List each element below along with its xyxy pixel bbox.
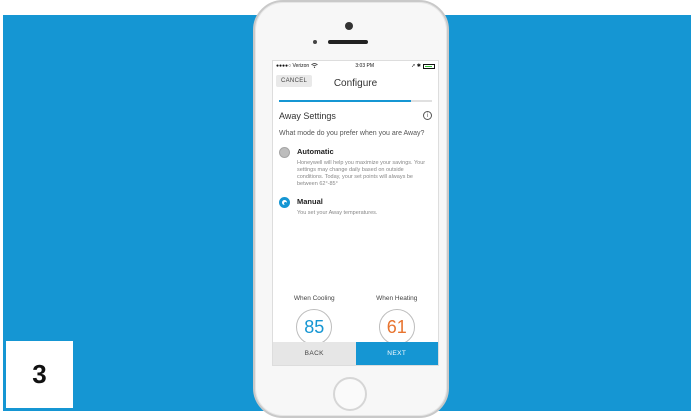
- question-text: What mode do you prefer when you are Awa…: [279, 130, 425, 137]
- earpiece-speaker: [328, 40, 368, 44]
- heating-label: When Heating: [376, 295, 418, 302]
- next-button[interactable]: NEXT: [355, 342, 438, 365]
- heating-temp-dial[interactable]: 61: [378, 309, 415, 345]
- nav-bar: CANCEL Configure: [273, 71, 438, 95]
- cooling-setting: When Cooling 85: [279, 295, 349, 345]
- app-screen: ●●●●○ Verizon 3:03 PM ➚ ✱ CANCEL Configu…: [272, 60, 439, 366]
- status-time: 3:03 PM: [355, 63, 374, 69]
- status-right: ➚ ✱: [411, 63, 435, 69]
- step-number: 3: [32, 359, 47, 389]
- progress-bar: [279, 100, 432, 102]
- wifi-icon: [311, 62, 318, 70]
- info-icon[interactable]: i: [423, 111, 432, 120]
- option-label: Manual: [297, 197, 323, 206]
- back-button[interactable]: BACK: [273, 342, 356, 365]
- option-automatic[interactable]: Automatic Honeywell will help you maximi…: [273, 147, 438, 188]
- home-button[interactable]: [333, 377, 367, 411]
- progress-fill: [279, 100, 411, 102]
- option-description: You set your Away temperatures.: [297, 210, 378, 216]
- cooling-label: When Cooling: [293, 295, 335, 302]
- footer-buttons: BACK NEXT: [273, 342, 438, 365]
- option-label: Automatic: [297, 147, 334, 156]
- temperature-settings: When Cooling 85 When Heating 61: [273, 295, 438, 345]
- option-description: Honeywell will help you maximize your sa…: [297, 160, 426, 187]
- battery-icon: [422, 63, 435, 69]
- status-left: ●●●●○ Verizon: [276, 62, 318, 70]
- option-manual[interactable]: Manual You set your Away temperatures.: [273, 197, 438, 217]
- proximity-sensor: [313, 40, 317, 44]
- heating-setting: When Heating 61: [362, 295, 432, 345]
- cooling-temp-dial[interactable]: 85: [296, 309, 333, 345]
- front-camera: [345, 22, 353, 30]
- location-bluetooth-icons: ➚ ✱: [411, 63, 421, 69]
- step-number-badge: 3: [6, 341, 73, 408]
- status-bar: ●●●●○ Verizon 3:03 PM ➚ ✱: [273, 61, 438, 71]
- radio-automatic[interactable]: [279, 147, 290, 158]
- radio-manual[interactable]: [279, 197, 290, 208]
- section-header: Away Settings i: [273, 102, 438, 121]
- cancel-button[interactable]: CANCEL: [276, 75, 313, 87]
- carrier-label: ●●●●○ Verizon: [276, 63, 310, 69]
- section-title: Away Settings: [279, 110, 336, 121]
- phone-frame: ●●●●○ Verizon 3:03 PM ➚ ✱ CANCEL Configu…: [253, 0, 449, 418]
